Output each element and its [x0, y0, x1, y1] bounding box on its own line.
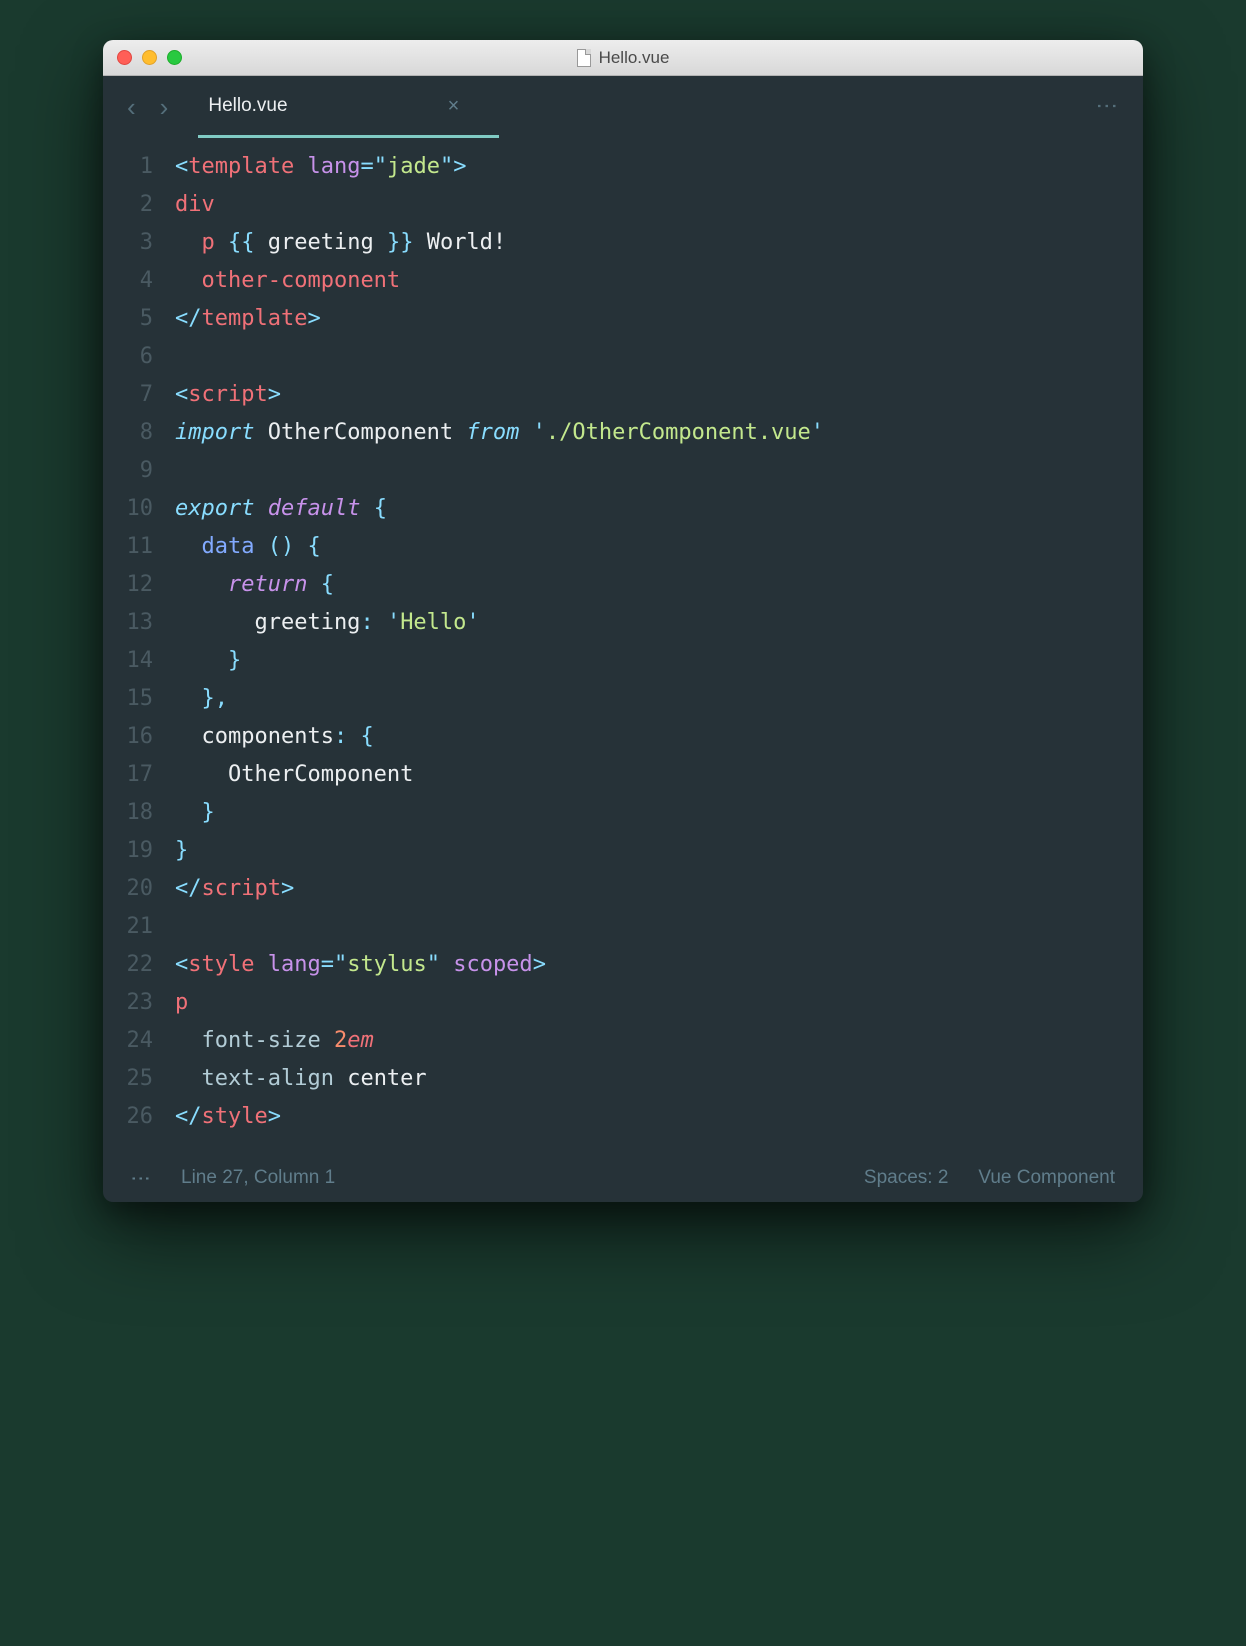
- line-number: 11: [103, 528, 153, 566]
- code-line[interactable]: p {{ greeting }} World!: [175, 224, 1123, 262]
- code-line[interactable]: }: [175, 794, 1123, 832]
- indentation-setting[interactable]: Spaces: 2: [864, 1167, 949, 1189]
- minimize-button[interactable]: [142, 50, 157, 65]
- code-line[interactable]: }: [175, 642, 1123, 680]
- tab-close-icon[interactable]: ×: [448, 95, 460, 118]
- file-icon: [577, 49, 591, 67]
- line-number: 7: [103, 376, 153, 414]
- status-menu-icon[interactable]: ⋮: [129, 1168, 154, 1188]
- code-line[interactable]: }: [175, 832, 1123, 870]
- code-line[interactable]: greeting: 'Hello': [175, 604, 1123, 642]
- line-number: 23: [103, 984, 153, 1022]
- code-line[interactable]: },: [175, 680, 1123, 718]
- status-bar: ⋮ Line 27, Column 1 Spaces: 2 Vue Compon…: [103, 1154, 1143, 1202]
- editor-window: Hello.vue ‹ › Hello.vue × ⋮ 123456789101…: [103, 40, 1143, 1202]
- line-number: 21: [103, 908, 153, 946]
- traffic-lights: [103, 50, 182, 65]
- code-line[interactable]: </script>: [175, 870, 1123, 908]
- tab-menu-icon[interactable]: ⋮: [1094, 95, 1120, 119]
- code-line[interactable]: OtherComponent: [175, 756, 1123, 794]
- code-line[interactable]: [175, 338, 1123, 376]
- cursor-position[interactable]: Line 27, Column 1: [181, 1167, 335, 1189]
- code-content[interactable]: <template lang="jade">div p {{ greeting …: [175, 148, 1143, 1136]
- code-line[interactable]: export default {: [175, 490, 1123, 528]
- code-line[interactable]: <style lang="stylus" scoped>: [175, 946, 1123, 984]
- zoom-button[interactable]: [167, 50, 182, 65]
- line-number: 4: [103, 262, 153, 300]
- code-line[interactable]: [175, 452, 1123, 490]
- line-number: 16: [103, 718, 153, 756]
- code-line[interactable]: text-align center: [175, 1060, 1123, 1098]
- line-number: 19: [103, 832, 153, 870]
- line-number: 2: [103, 186, 153, 224]
- line-number: 6: [103, 338, 153, 376]
- code-line[interactable]: import OtherComponent from './OtherCompo…: [175, 414, 1123, 452]
- line-number: 24: [103, 1022, 153, 1060]
- line-number: 3: [103, 224, 153, 262]
- code-line[interactable]: components: {: [175, 718, 1123, 756]
- line-number: 20: [103, 870, 153, 908]
- tab-active-indicator: [198, 135, 499, 138]
- line-number: 14: [103, 642, 153, 680]
- window-title-text: Hello.vue: [599, 48, 670, 68]
- nav-arrows: ‹ ›: [127, 92, 168, 123]
- line-number: 13: [103, 604, 153, 642]
- line-number: 9: [103, 452, 153, 490]
- nav-back-icon[interactable]: ‹: [127, 92, 136, 123]
- line-number: 26: [103, 1098, 153, 1136]
- line-number: 22: [103, 946, 153, 984]
- tab-label: Hello.vue: [208, 95, 287, 117]
- line-number: 18: [103, 794, 153, 832]
- tab-bar: ‹ › Hello.vue × ⋮: [103, 76, 1143, 138]
- window-title: Hello.vue: [103, 48, 1143, 68]
- close-button[interactable]: [117, 50, 132, 65]
- line-number-gutter: 1234567891011121314151617181920212223242…: [103, 148, 175, 1136]
- nav-forward-icon[interactable]: ›: [160, 92, 169, 123]
- code-line[interactable]: <script>: [175, 376, 1123, 414]
- line-number: 15: [103, 680, 153, 718]
- code-line[interactable]: </template>: [175, 300, 1123, 338]
- code-line[interactable]: return {: [175, 566, 1123, 604]
- line-number: 12: [103, 566, 153, 604]
- line-number: 17: [103, 756, 153, 794]
- line-number: 10: [103, 490, 153, 528]
- code-line[interactable]: p: [175, 984, 1123, 1022]
- line-number: 5: [103, 300, 153, 338]
- syntax-mode[interactable]: Vue Component: [978, 1167, 1115, 1189]
- line-number: 1: [103, 148, 153, 186]
- code-line[interactable]: font-size 2em: [175, 1022, 1123, 1060]
- code-line[interactable]: <template lang="jade">: [175, 148, 1123, 186]
- line-number: 8: [103, 414, 153, 452]
- tab-hello-vue[interactable]: Hello.vue ×: [208, 95, 459, 120]
- editor-area[interactable]: 1234567891011121314151617181920212223242…: [103, 138, 1143, 1154]
- titlebar[interactable]: Hello.vue: [103, 40, 1143, 76]
- code-line[interactable]: div: [175, 186, 1123, 224]
- code-line[interactable]: </style>: [175, 1098, 1123, 1136]
- code-line[interactable]: other-component: [175, 262, 1123, 300]
- code-line[interactable]: data () {: [175, 528, 1123, 566]
- code-line[interactable]: [175, 908, 1123, 946]
- line-number: 25: [103, 1060, 153, 1098]
